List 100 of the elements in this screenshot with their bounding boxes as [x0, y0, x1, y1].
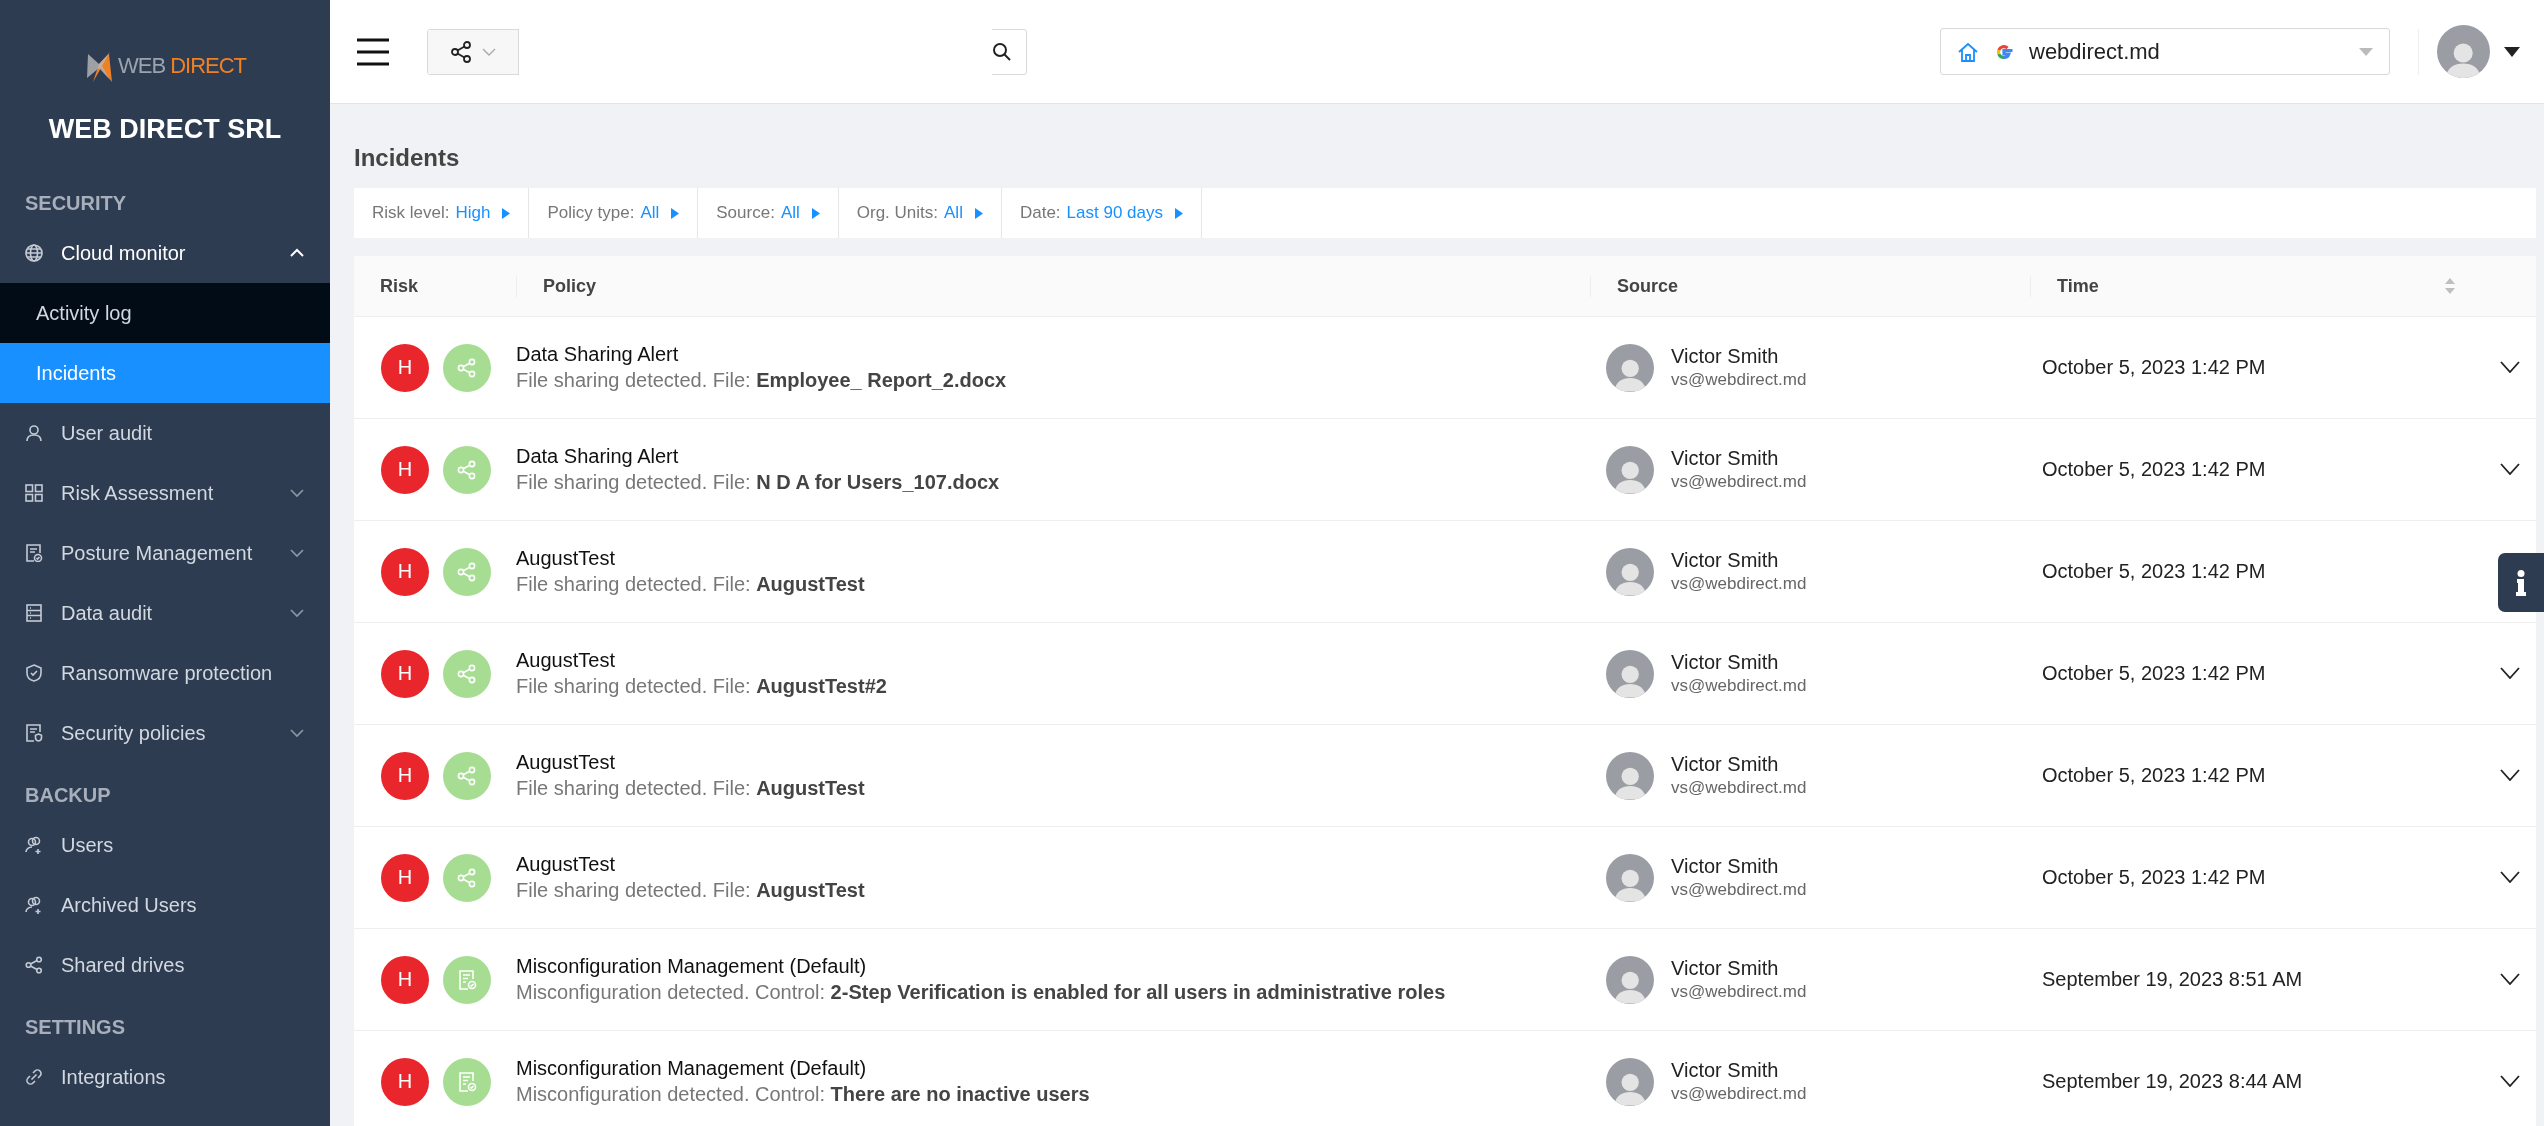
- caret-right-icon: [1175, 207, 1183, 219]
- chevron-down-icon: [2500, 1074, 2520, 1087]
- risk-badge: H: [381, 343, 429, 392]
- share-icon: [456, 356, 478, 379]
- avatar: [1606, 955, 1654, 1004]
- expand-row-button[interactable]: [2500, 666, 2520, 679]
- user-email: vs@webdirect.md: [1671, 676, 1807, 696]
- filter-button[interactable]: Date: Last 90 days: [1001, 188, 1202, 238]
- policy-detail: File sharing detected. File: AugustTest#2: [516, 675, 888, 698]
- chevron-down-icon: [2500, 666, 2520, 679]
- caret-right-icon: [811, 207, 820, 219]
- sidebar-item[interactable]: Risk Assessment: [0, 463, 330, 523]
- shield-check-icon: [25, 664, 43, 682]
- sidebar-item[interactable]: Ransomware protection: [0, 643, 330, 703]
- menu-icon: [357, 37, 389, 66]
- user-name: Victor Smith: [1671, 753, 1780, 776]
- policy-title: Data Sharing Alert: [516, 445, 680, 468]
- search-icon: [992, 41, 1012, 62]
- user-email: vs@webdirect.md: [1671, 1084, 1807, 1104]
- policy-title: AugustTest: [516, 751, 616, 774]
- user-name: Victor Smith: [1671, 447, 1780, 470]
- expand-row-button[interactable]: [2500, 360, 2520, 373]
- incident-time: October 5, 2023 1:42 PM: [2041, 764, 2267, 787]
- policy-detail: File sharing detected. File: AugustTest: [516, 879, 866, 902]
- filter-button[interactable]: Org. Units: All: [838, 188, 1002, 238]
- policy-detail: File sharing detected. File: Employee_ Report_2.docx: [516, 369, 1008, 392]
- avatar: [1606, 547, 1654, 596]
- chevron-down-icon: [2500, 768, 2520, 781]
- share-icon: [25, 956, 43, 974]
- avatar: [1606, 445, 1654, 494]
- info-icon: [2516, 569, 2526, 596]
- expand-row-button[interactable]: [2500, 768, 2520, 781]
- document-shield-icon: [25, 724, 43, 742]
- column-header: Policy: [543, 275, 597, 297]
- expand-row-button[interactable]: [2500, 462, 2520, 475]
- sidebar-item[interactable]: Archived Users: [0, 875, 330, 935]
- expand-row-button[interactable]: [2500, 870, 2520, 883]
- policy-title: Data Sharing Alert: [516, 343, 680, 366]
- document-check-icon: [456, 968, 478, 991]
- filter-button[interactable]: Source: All: [698, 188, 839, 238]
- info-button[interactable]: [2498, 553, 2544, 612]
- column-header: Source: [1617, 275, 1679, 297]
- incident-time: October 5, 2023 1:42 PM: [2041, 662, 2267, 685]
- chevron-down-icon: [2500, 870, 2520, 883]
- filter-button[interactable]: Risk level: High: [354, 188, 530, 238]
- sidebar-item[interactable]: Cloud monitor: [0, 223, 330, 283]
- home-icon: [1957, 40, 1979, 63]
- user-name: Victor Smith: [1671, 957, 1780, 980]
- policy-detail: File sharing detected. File: N D A for Users_107.docx: [516, 471, 1001, 494]
- risk-badge: H: [381, 1057, 429, 1106]
- user-email: vs@webdirect.md: [1671, 370, 1807, 390]
- sidebar-item[interactable]: Shared drives: [0, 935, 330, 995]
- risk-badge: H: [381, 751, 429, 800]
- chevron-down-icon: [2500, 462, 2520, 475]
- page-title: Incidents: [354, 144, 461, 172]
- sidebar-item[interactable]: Security policies: [0, 703, 330, 763]
- user-name: Victor Smith: [1671, 1059, 1780, 1082]
- link-icon: [25, 1068, 43, 1086]
- company-name: WEB DIRECT SRL: [47, 114, 283, 145]
- company-logo: WEB DIRECT: [83, 48, 247, 84]
- sidebar-item[interactable]: Users: [0, 815, 330, 875]
- sidebar-item[interactable]: Data audit: [0, 583, 330, 643]
- policy-title: Misconfiguration Management (Default): [516, 1057, 868, 1080]
- user-name: Victor Smith: [1671, 855, 1780, 878]
- user-email: vs@webdirect.md: [1671, 880, 1807, 900]
- sidebar-item[interactable]: Integrations: [0, 1047, 330, 1107]
- document-check-icon: [456, 1070, 478, 1093]
- document-check-icon: [25, 544, 43, 562]
- column-header: Risk: [380, 275, 419, 297]
- user-name: Victor Smith: [1671, 549, 1780, 572]
- column-header[interactable]: Time: [2057, 275, 2099, 297]
- policy-title: Misconfiguration Management (Default): [516, 955, 868, 978]
- users-icon: [25, 836, 43, 854]
- search-field[interactable]: [427, 28, 1027, 75]
- section-heading: SECURITY: [24, 190, 128, 216]
- expand-row-button[interactable]: [2500, 972, 2520, 985]
- section-heading: SETTINGS: [24, 1014, 126, 1040]
- caret-right-icon: [671, 207, 680, 219]
- avatar: [1606, 343, 1654, 392]
- user-avatar[interactable]: [2437, 25, 2490, 78]
- avatar: [1606, 853, 1654, 902]
- filter-button[interactable]: Policy type: All: [529, 188, 699, 238]
- sidebar-item[interactable]: User audit: [0, 403, 330, 463]
- risk-badge: H: [381, 649, 429, 698]
- share-icon: [456, 560, 478, 583]
- menu-button[interactable]: [357, 37, 389, 66]
- user-email: vs@webdirect.md: [1671, 574, 1807, 594]
- search-scope-dropdown[interactable]: [428, 29, 519, 74]
- incident-time: October 5, 2023 1:42 PM: [2041, 356, 2267, 379]
- sidebar-subitem[interactable]: Activity log: [0, 283, 330, 343]
- user-name: Victor Smith: [1671, 651, 1780, 674]
- risk-badge: H: [381, 445, 429, 494]
- sidebar-item[interactable]: Posture Management: [0, 523, 330, 583]
- user-email: vs@webdirect.md: [1671, 472, 1807, 492]
- domain-select[interactable]: webdirect.md: [1940, 28, 2390, 75]
- incident-time: September 19, 2023 8:44 AM: [2041, 1070, 2304, 1093]
- expand-row-button[interactable]: [2500, 1074, 2520, 1087]
- risk-badge: H: [381, 853, 429, 902]
- share-icon: [456, 458, 478, 481]
- incident-time: October 5, 2023 1:42 PM: [2041, 458, 2267, 481]
